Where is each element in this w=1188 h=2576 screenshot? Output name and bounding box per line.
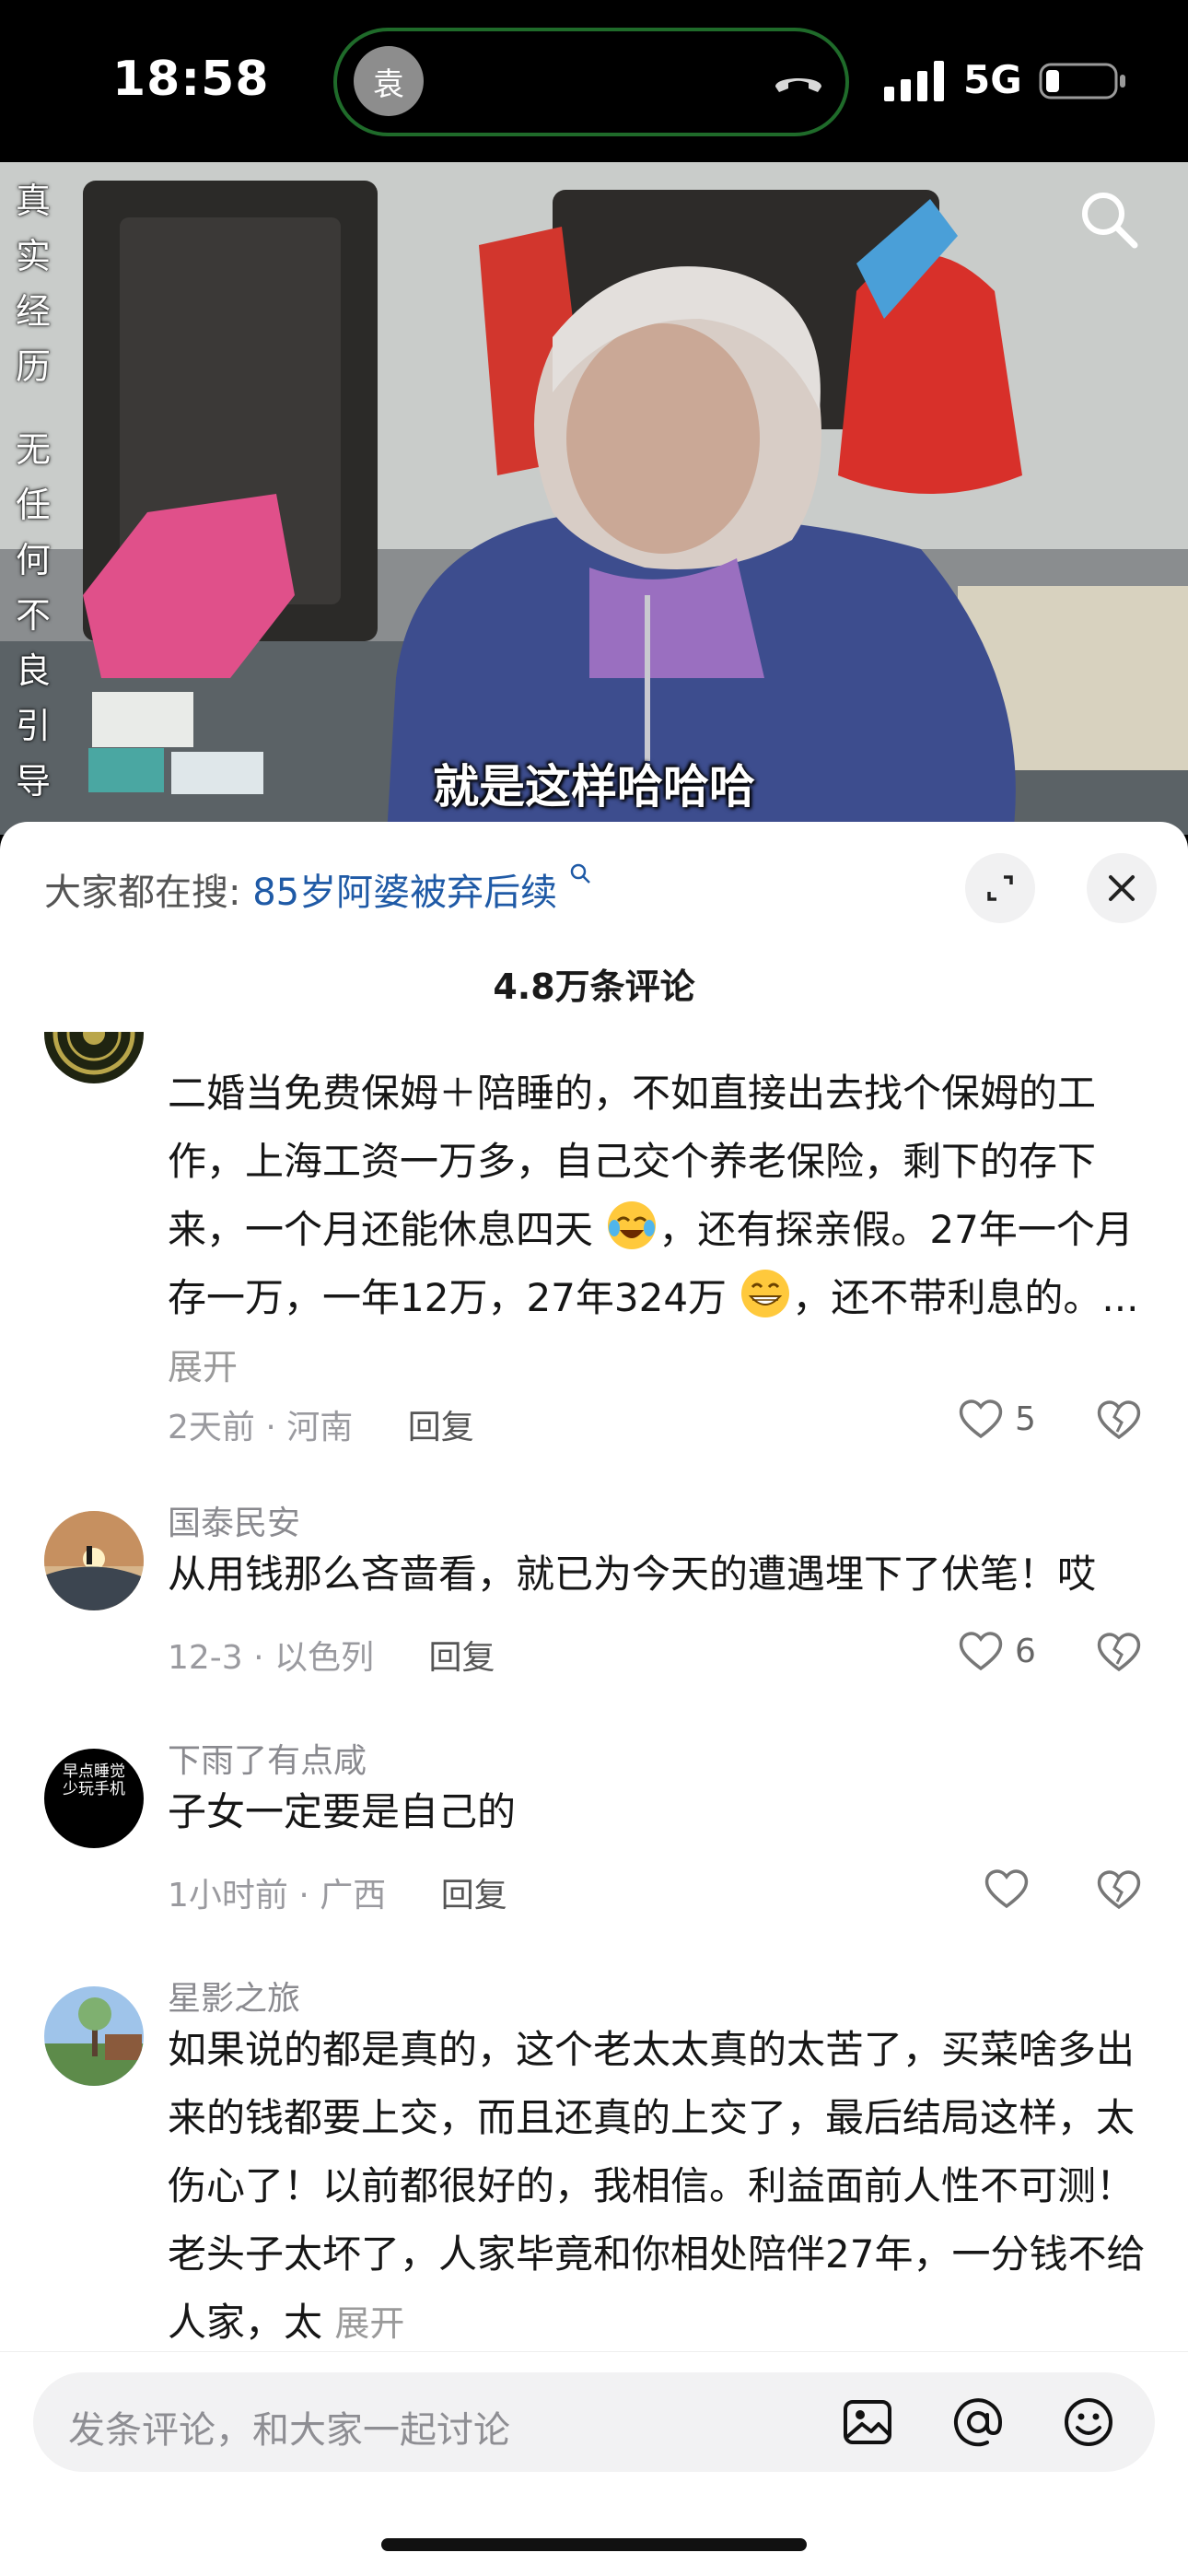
- phone-hangup-icon: [775, 78, 821, 92]
- avatar[interactable]: [44, 1511, 144, 1610]
- comment-text: 从用钱那么吝啬看，就已为今天的遭遇埋下了伏笔！哎: [168, 1551, 1097, 1597]
- avatar-image: [44, 1986, 144, 2086]
- comment-meta: 2天前 · 河南 回复: [168, 1400, 474, 1448]
- comment-time-location: 1小时前 · 广西: [168, 1877, 387, 1914]
- like-button[interactable]: [984, 1863, 1094, 1914]
- expand-link[interactable]: 展开: [168, 1347, 238, 1388]
- cellular-signal-icon: [884, 61, 944, 101]
- dynamic-island-call[interactable]: 袁: [333, 28, 849, 136]
- search-suggestion-query[interactable]: 85岁阿婆被弃后续: [252, 872, 557, 914]
- reply-button[interactable]: 回复: [441, 1877, 507, 1914]
- expand-icon: [987, 875, 1013, 901]
- broken-heart-icon[interactable]: [1094, 1395, 1144, 1445]
- video-frame: [0, 162, 1188, 835]
- comment-list[interactable]: 二婚当免费保姆＋陪睡的，不如直接出去找个保姆的工作，上海工资一万多，自己交个养老…: [0, 1032, 1188, 2353]
- status-bar: 18:58 袁 5G: [0, 0, 1188, 162]
- comment-panel: 大家都在搜: 85岁阿婆被弃后续 4.8万条评论 二婚当免费保姆＋陪睡的，不如直…: [0, 822, 1188, 2576]
- comment-input-placeholder: 发条评论，和大家一起讨论: [68, 2409, 510, 2452]
- broken-heart-icon[interactable]: [1094, 1865, 1144, 1914]
- battery-icon: [1039, 63, 1125, 100]
- comment-meta: 12-3 · 以色列 回复: [168, 1631, 495, 1679]
- comment-text: 如果说的都是真的，这个老太太真的太苦了，买菜啥多出来的钱都要上交，而且还真的上交…: [168, 2027, 1146, 2345]
- search-suggestion[interactable]: 大家都在搜: 85岁阿婆被弃后续: [44, 862, 593, 916]
- close-icon: [1109, 875, 1135, 901]
- comment-input[interactable]: 发条评论，和大家一起讨论: [33, 2372, 1155, 2472]
- comment-input-bar: 发条评论，和大家一起讨论: [0, 2351, 1188, 2576]
- fullscreen-button[interactable]: [965, 853, 1035, 923]
- avatar-image: [44, 1032, 144, 1083]
- avatar-text: 早点睡觉少玩手机: [63, 1762, 125, 1798]
- close-button[interactable]: [1087, 853, 1157, 923]
- video-caption: 就是这样哈哈哈: [433, 760, 755, 814]
- grin-emoji-icon: [741, 1270, 790, 1317]
- network-type: 5G: [963, 57, 1022, 102]
- like-button[interactable]: 5: [958, 1393, 1068, 1445]
- broken-heart-icon[interactable]: [1094, 1627, 1144, 1677]
- search-suggestion-label: 大家都在搜:: [44, 872, 241, 914]
- like-button[interactable]: 6: [958, 1625, 1068, 1677]
- search-icon[interactable]: [1076, 186, 1142, 252]
- avatar-image: [44, 1511, 144, 1610]
- comment-time-location: 2天前 · 河南: [168, 1409, 354, 1446]
- heart-icon: [959, 1399, 1003, 1439]
- heart-icon: [959, 1632, 1003, 1671]
- expand-link[interactable]: 展开: [334, 2303, 404, 2344]
- comment-time-location: 12-3 · 以色列: [168, 1639, 375, 1677]
- comment-username[interactable]: 星影之旅: [168, 1972, 300, 2020]
- caller-avatar: 袁: [354, 46, 424, 116]
- emoji-icon[interactable]: [1061, 2395, 1116, 2450]
- comment-meta: 1小时前 · 广西 回复: [168, 1868, 507, 1916]
- avatar[interactable]: [44, 1986, 144, 2086]
- reply-button[interactable]: 回复: [408, 1409, 474, 1446]
- video-side-text-1: 真实经历: [15, 181, 51, 387]
- comment-text: 二婚当免费保姆＋陪睡的，不如直接出去找个保姆的工作，上海工资一万多，自己交个养老…: [168, 1071, 1139, 1388]
- comment-username[interactable]: 下雨了有点咸: [168, 1734, 367, 1782]
- comment-username[interactable]: 国泰民安: [168, 1496, 300, 1544]
- like-count: 6: [1015, 1632, 1036, 1670]
- comment-count: 4.8万条评论: [493, 966, 695, 1007]
- status-time: 18:58: [112, 52, 270, 107]
- heart-icon: [984, 1869, 1029, 1909]
- avatar[interactable]: 早点睡觉少玩手机: [44, 1749, 144, 1848]
- like-count: 5: [1015, 1399, 1036, 1438]
- mini-search-icon: [570, 863, 590, 884]
- comment-text: 子女一定要是自己的: [168, 1789, 517, 1834]
- video-player[interactable]: 真实经历 无任何不良引导 就是这样哈哈哈: [0, 162, 1188, 835]
- home-indicator[interactable]: [381, 2538, 807, 2551]
- reply-button[interactable]: 回复: [429, 1639, 495, 1677]
- at-icon[interactable]: [950, 2395, 1006, 2450]
- image-icon[interactable]: [840, 2395, 895, 2450]
- laugh-cry-emoji-icon: [608, 1201, 657, 1249]
- avatar[interactable]: [44, 1032, 144, 1083]
